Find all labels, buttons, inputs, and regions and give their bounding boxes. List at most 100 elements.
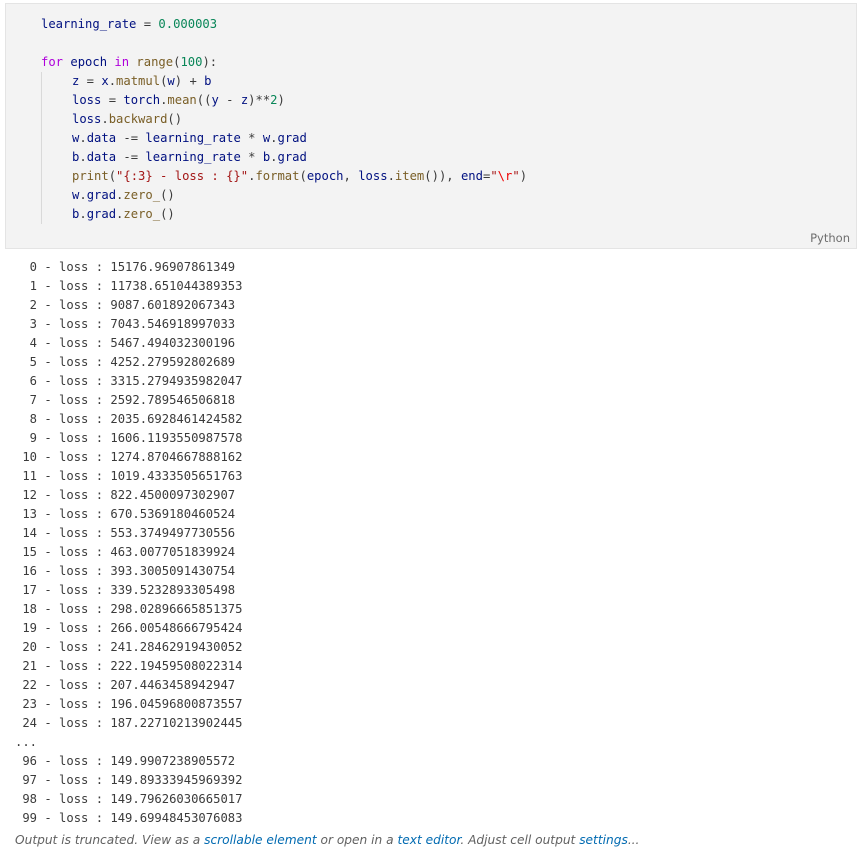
indent-guide bbox=[41, 129, 72, 148]
code-line[interactable]: loss = torch.mean((y - z)**2) bbox=[41, 91, 527, 110]
code-token: -= bbox=[116, 131, 146, 145]
indent-guide bbox=[41, 205, 72, 224]
code-token: . bbox=[79, 188, 87, 202]
indent-guide bbox=[41, 186, 72, 205]
output-line: 12 - loss : 822.4500097302907 bbox=[15, 488, 236, 502]
code-line[interactable]: print("{:3} - loss : {}".format(epoch, l… bbox=[41, 167, 527, 186]
code-token: y bbox=[211, 93, 219, 107]
code-token: - bbox=[218, 93, 241, 107]
code-token: "{:3} - loss : {}" bbox=[116, 169, 249, 183]
notice-prefix: Output is truncated. View as a bbox=[15, 833, 205, 847]
code-token: learning_rate bbox=[41, 17, 137, 31]
notice-suffix: ... bbox=[627, 833, 640, 847]
code-token: . bbox=[387, 169, 395, 183]
code-token: () bbox=[167, 112, 183, 126]
code-token: loss bbox=[72, 93, 102, 107]
output-line: 5 - loss : 4252.279592802689 bbox=[15, 355, 236, 369]
code-token: print bbox=[72, 169, 109, 183]
output-line: 96 - loss : 149.9907238905572 bbox=[15, 754, 236, 768]
code-token: grad bbox=[277, 150, 307, 164]
output-settings-link[interactable]: settings bbox=[579, 833, 628, 847]
code-token: ) bbox=[519, 169, 528, 183]
output-line: 18 - loss : 298.02896665851375 bbox=[15, 602, 243, 616]
code-token: , bbox=[343, 169, 359, 183]
indent-guide bbox=[41, 167, 72, 186]
code-line[interactable]: for epoch in range(100): bbox=[41, 53, 527, 72]
output-line: 98 - loss : 149.79626030665017 bbox=[15, 792, 243, 806]
code-line[interactable]: b.grad.zero_() bbox=[41, 205, 527, 224]
code-token: b bbox=[204, 74, 212, 88]
code-token: " bbox=[512, 169, 520, 183]
code-token: learning_rate bbox=[145, 131, 241, 145]
code-token: * bbox=[240, 150, 263, 164]
code-token: w bbox=[167, 74, 175, 88]
code-token: 100 bbox=[180, 55, 203, 69]
code-line[interactable]: w.data -= learning_rate * w.grad bbox=[41, 129, 527, 148]
code-token: (( bbox=[196, 93, 212, 107]
code-token: . bbox=[79, 131, 87, 145]
code-line[interactable]: z = x.matmul(w) + b bbox=[41, 72, 527, 91]
code-line[interactable]: b.data -= learning_rate * b.grad bbox=[41, 148, 527, 167]
code-token: torch bbox=[123, 93, 161, 107]
truncation-notice: Output is truncated. View as a scrollabl… bbox=[15, 833, 639, 847]
code-token: ( bbox=[108, 169, 117, 183]
code-line[interactable]: w.grad.zero_() bbox=[41, 186, 527, 205]
output-line: 9 - loss : 1606.1193550987578 bbox=[15, 431, 243, 445]
code-token: epoch bbox=[306, 169, 344, 183]
code-token: data bbox=[86, 131, 117, 145]
code-line[interactable] bbox=[41, 34, 527, 53]
indent-guide bbox=[41, 72, 72, 91]
output-line: 14 - loss : 553.3749497730556 bbox=[15, 526, 236, 540]
code-token: . bbox=[270, 131, 278, 145]
output-line: 99 - loss : 149.69948453076083 bbox=[15, 811, 243, 825]
code-token: loss bbox=[72, 112, 102, 126]
code-token: . bbox=[108, 74, 117, 88]
language-label[interactable]: Python bbox=[810, 231, 850, 245]
code-token: ): bbox=[202, 55, 218, 69]
cell-output: 0 - loss : 15176.96907861349 1 - loss : … bbox=[15, 258, 242, 828]
output-line: 4 - loss : 5467.494032300196 bbox=[15, 336, 236, 350]
code-editor[interactable]: learning_rate = 0.000003 for epoch in ran… bbox=[41, 15, 527, 224]
code-token: * bbox=[240, 131, 263, 145]
text-editor-link[interactable]: text editor bbox=[397, 833, 460, 847]
code-token: learning_rate bbox=[145, 150, 241, 164]
code-line[interactable]: learning_rate = 0.000003 bbox=[41, 15, 527, 34]
code-token: -= bbox=[116, 150, 146, 164]
output-line: 24 - loss : 187.22710213902445 bbox=[15, 716, 243, 730]
code-line[interactable]: loss.backward() bbox=[41, 110, 527, 129]
output-line: 20 - loss : 241.28462919430052 bbox=[15, 640, 243, 654]
code-token: )** bbox=[248, 93, 271, 107]
code-token: ) + bbox=[174, 74, 205, 88]
code-token: . bbox=[79, 150, 87, 164]
output-line: 13 - loss : 670.5369180460524 bbox=[15, 507, 236, 521]
output-line: 22 - loss : 207.4463458942947 bbox=[15, 678, 236, 692]
scrollable-element-link[interactable]: scrollable element bbox=[204, 833, 317, 847]
output-line: 19 - loss : 266.00548666795424 bbox=[15, 621, 243, 635]
code-token: range bbox=[136, 55, 174, 69]
code-token: mean bbox=[167, 93, 197, 107]
output-line: 2 - loss : 9087.601892067343 bbox=[15, 298, 236, 312]
code-token: grad bbox=[277, 131, 307, 145]
indent-guide bbox=[41, 148, 72, 167]
code-cell[interactable]: learning_rate = 0.000003 for epoch in ran… bbox=[5, 3, 857, 249]
indent-guide bbox=[41, 91, 72, 110]
code-token: loss bbox=[358, 169, 388, 183]
code-token: () bbox=[160, 207, 175, 221]
code-token: end bbox=[460, 169, 483, 183]
code-token: . bbox=[79, 207, 87, 221]
output-line: 21 - loss : 222.19459508022314 bbox=[15, 659, 243, 673]
output-line: 3 - loss : 7043.546918997033 bbox=[15, 317, 236, 331]
output-line: 0 - loss : 15176.96907861349 bbox=[15, 260, 236, 274]
code-token: " bbox=[490, 169, 498, 183]
code-token: grad bbox=[86, 188, 117, 202]
code-token: grad bbox=[86, 207, 117, 221]
code-token: ()), bbox=[424, 169, 461, 183]
output-line: 17 - loss : 339.5232893305498 bbox=[15, 583, 236, 597]
code-token: \r bbox=[497, 169, 513, 183]
notice-middle2: . Adjust cell output bbox=[460, 833, 580, 847]
code-token: zero_ bbox=[123, 207, 161, 221]
code-token: ( bbox=[299, 169, 307, 183]
output-line: 7 - loss : 2592.789546506818 bbox=[15, 393, 236, 407]
code-token: ) bbox=[277, 93, 285, 107]
code-token: epoch bbox=[70, 55, 108, 69]
